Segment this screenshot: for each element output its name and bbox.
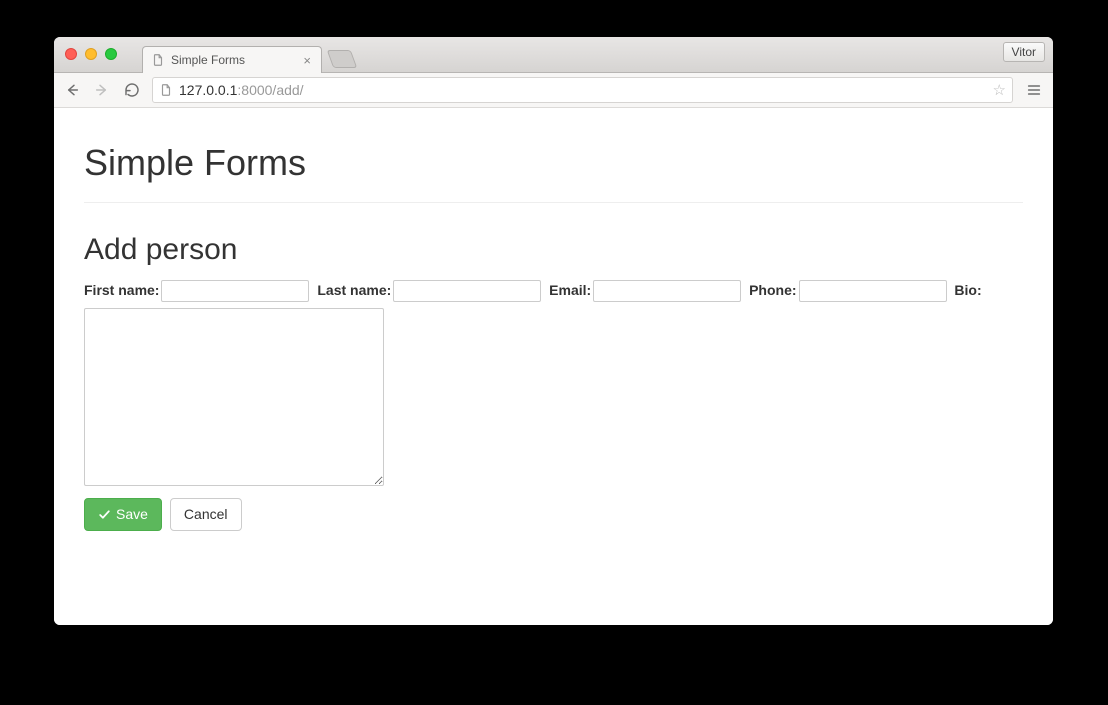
check-icon <box>98 508 111 521</box>
toolbar: 127.0.0.1:8000/add/ ☆ <box>54 73 1053 108</box>
last-name-input[interactable] <box>393 280 541 302</box>
close-window-button[interactable] <box>65 48 77 60</box>
back-button[interactable] <box>62 80 82 100</box>
minimize-window-button[interactable] <box>85 48 97 60</box>
phone-label: Phone: <box>749 282 796 298</box>
cancel-button[interactable]: Cancel <box>170 498 242 531</box>
last-name-label: Last name: <box>317 282 391 298</box>
email-input[interactable] <box>593 280 741 302</box>
hamburger-menu-icon[interactable] <box>1023 79 1045 101</box>
page-content: Simple Forms Add person First name: Last… <box>54 108 1053 625</box>
new-tab-button[interactable] <box>327 50 358 68</box>
phone-input[interactable] <box>799 280 947 302</box>
tab-strip: Simple Forms × <box>142 37 354 72</box>
add-person-form: First name: Last name: Email: Phone: Bio… <box>84 279 1023 531</box>
close-tab-icon[interactable]: × <box>301 53 313 68</box>
browser-tab[interactable]: Simple Forms × <box>142 46 322 73</box>
forward-button[interactable] <box>92 80 112 100</box>
window-controls <box>65 48 117 60</box>
page-icon <box>151 53 165 67</box>
reload-button[interactable] <box>122 80 142 100</box>
browser-window: Simple Forms × Vitor 127.0.0.1:800 <box>54 37 1053 625</box>
site-icon <box>159 83 173 97</box>
email-label: Email: <box>549 282 591 298</box>
page-title: Simple Forms <box>84 142 1023 184</box>
bio-textarea[interactable] <box>84 308 384 486</box>
page-header: Simple Forms <box>84 142 1023 203</box>
bookmark-star-icon[interactable]: ☆ <box>993 81 1006 99</box>
form-fields: First name: Last name: Email: Phone: Bio… <box>84 279 1023 486</box>
first-name-input[interactable] <box>161 280 309 302</box>
url-text: 127.0.0.1:8000/add/ <box>179 82 987 98</box>
bio-label: Bio: <box>954 282 981 298</box>
user-badge[interactable]: Vitor <box>1003 42 1045 62</box>
first-name-label: First name: <box>84 282 159 298</box>
save-button-label: Save <box>116 506 148 523</box>
url-rest: :8000/add/ <box>237 82 303 98</box>
section-title: Add person <box>84 233 1023 267</box>
address-bar[interactable]: 127.0.0.1:8000/add/ ☆ <box>152 77 1013 103</box>
cancel-button-label: Cancel <box>184 506 228 523</box>
form-actions: Save Cancel <box>84 498 1023 531</box>
save-button[interactable]: Save <box>84 498 162 531</box>
tab-title: Simple Forms <box>171 53 295 67</box>
titlebar: Simple Forms × Vitor <box>54 37 1053 73</box>
maximize-window-button[interactable] <box>105 48 117 60</box>
url-host: 127.0.0.1 <box>179 82 237 98</box>
